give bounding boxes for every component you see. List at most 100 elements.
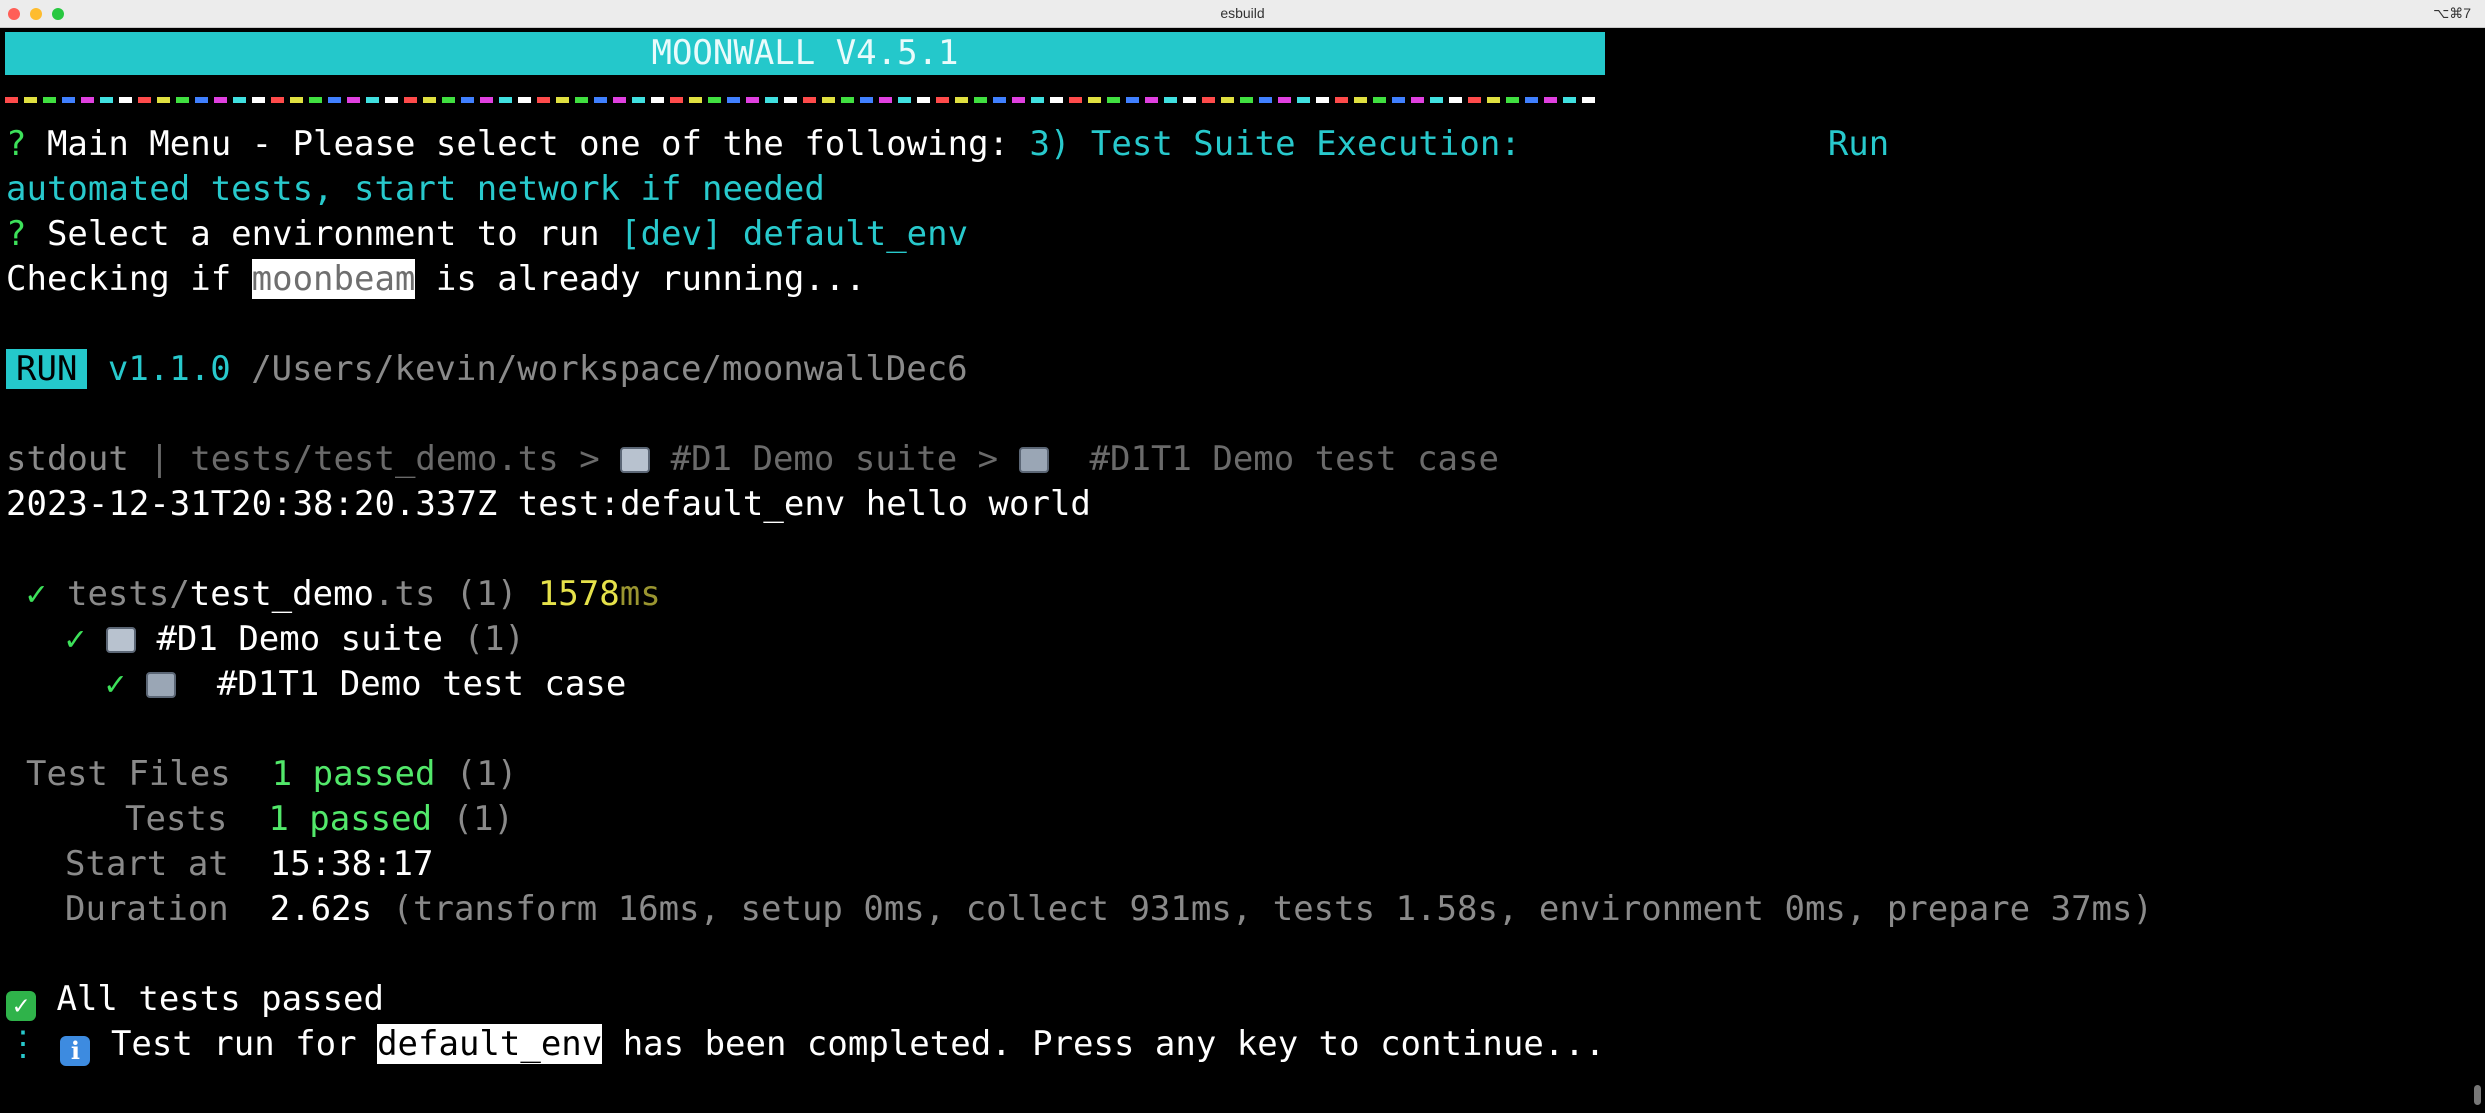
environment-prompt: ? Select a environment to run [dev] defa… xyxy=(6,212,968,257)
banner-separator xyxy=(5,97,1601,110)
separator-dash xyxy=(119,97,132,103)
test-file-time-unit: ms xyxy=(619,574,661,614)
separator-dash xyxy=(461,97,474,103)
separator-dash xyxy=(879,97,892,103)
stdout-separator: | xyxy=(128,439,191,479)
test-file-time: 1578 xyxy=(537,574,620,614)
separator-dash xyxy=(1240,97,1253,103)
pass-check-icon: ✓ xyxy=(65,619,86,659)
open-folder-icon xyxy=(620,447,651,473)
main-menu-prompt: ? Main Menu - Please select one of the f… xyxy=(6,122,1889,167)
separator-dash xyxy=(1297,97,1310,103)
separator-dash xyxy=(632,97,645,103)
separator-dash xyxy=(955,97,968,103)
separator-dash xyxy=(1164,97,1177,103)
main-menu-answer: 3) Test Suite Execution: Run xyxy=(1009,124,1890,164)
separator-dash xyxy=(81,97,94,103)
summary-files: Test Files 1 passed (1) xyxy=(26,752,517,797)
separator-dash xyxy=(1316,97,1329,103)
separator-dash xyxy=(24,97,37,103)
test-file-dir: tests/ xyxy=(66,574,190,614)
separator-dash xyxy=(1392,97,1405,103)
separator-dash xyxy=(1544,97,1557,103)
window-titlebar: esbuild ⌥⌘7 xyxy=(0,0,2485,28)
completed-env-name: default_env xyxy=(377,1024,603,1064)
separator-dash xyxy=(499,97,512,103)
terminal-output[interactable]: MOONWALL V4.5.1 ? Main Menu - Please sel… xyxy=(0,28,2470,1113)
separator-dash xyxy=(290,97,303,103)
separator-dash xyxy=(233,97,246,103)
separator-dash xyxy=(1221,97,1234,103)
summary-files-label: Test Files xyxy=(26,754,231,794)
summary-start: Start at 15:38:17 xyxy=(65,842,433,887)
separator-dash xyxy=(1506,97,1519,103)
separator-dash xyxy=(898,97,911,103)
separator-dash xyxy=(727,97,740,103)
separator-dash xyxy=(1069,97,1082,103)
summary-tests-value: 1 passed xyxy=(268,799,433,839)
checking-suffix: is already running... xyxy=(415,259,866,299)
info-icon: i xyxy=(60,1036,91,1066)
pass-check-icon: ✓ xyxy=(105,664,126,704)
separator-dash xyxy=(613,97,626,103)
pass-check-icon: ✓ xyxy=(26,574,47,614)
separator-dash xyxy=(157,97,170,103)
check-mark-icon: ✓ xyxy=(6,991,36,1021)
separator-dash xyxy=(347,97,360,103)
environment-answer: [dev] default_env xyxy=(599,214,969,254)
summary-tests-count: (1) xyxy=(432,799,514,839)
separator-dash xyxy=(1126,97,1139,103)
separator-dash xyxy=(271,97,284,103)
separator-dash xyxy=(195,97,208,103)
test-file-name: test_demo xyxy=(189,574,375,614)
test-file-ext: .ts xyxy=(374,574,436,614)
completion-line: ⋮ i Test run for default_env has been co… xyxy=(6,1022,1605,1067)
separator-dash xyxy=(1411,97,1424,103)
stdout-file: tests/test_demo.ts xyxy=(190,439,559,479)
suite-result: ✓ #D1 Demo suite (1) xyxy=(65,617,525,662)
summary-tests-label: Tests xyxy=(125,799,228,839)
separator-dash xyxy=(1088,97,1101,103)
separator-dash xyxy=(936,97,949,103)
separator-dash xyxy=(651,97,664,103)
prompt-question-mark: ? xyxy=(6,124,27,164)
separator-dash xyxy=(1012,97,1025,103)
separator-dash xyxy=(537,97,550,103)
separator-dash xyxy=(423,97,436,103)
checking-line: Checking if moonbeam is already running.… xyxy=(6,257,866,302)
run-badge: RUN xyxy=(6,349,88,389)
separator-dash xyxy=(1050,97,1063,103)
separator-dash xyxy=(1373,97,1386,103)
summary-files-value: 1 passed xyxy=(271,754,436,794)
checking-prefix: Checking if xyxy=(6,259,252,299)
separator-dash xyxy=(328,97,341,103)
separator-dash xyxy=(1183,97,1196,103)
separator-dash xyxy=(1582,97,1595,103)
stdout-suite: #D1 Demo suite xyxy=(650,439,958,479)
main-menu-answer-cont-line: automated tests, start network if needed xyxy=(6,167,825,212)
workspace-path: /Users/kevin/workspace/moonwallDec6 xyxy=(230,349,968,389)
all-passed-line: ✓ All tests passed xyxy=(6,977,384,1022)
separator-dash xyxy=(176,97,189,103)
separator-dash xyxy=(822,97,835,103)
case-result: ✓ #D1T1 Demo test case xyxy=(105,662,626,707)
separator-dash xyxy=(1259,97,1272,103)
separator-dash xyxy=(518,97,531,103)
summary-duration-label: Duration xyxy=(65,889,229,929)
separator-dash xyxy=(765,97,778,103)
summary-duration-detail: (transform 16ms, setup 0ms, collect 931m… xyxy=(372,889,2153,929)
moonwall-banner: MOONWALL V4.5.1 xyxy=(5,32,1605,75)
main-menu-answer-cont: automated tests, start network if needed xyxy=(6,169,825,209)
stdout-header-line: stdout | tests/test_demo.ts > #D1 Demo s… xyxy=(6,437,1499,482)
suite-name: #D1 Demo suite xyxy=(135,619,444,659)
separator-dash xyxy=(784,97,797,103)
separator-dash xyxy=(917,97,930,103)
environment-question: Select a environment to run xyxy=(26,214,600,254)
vitest-version: v1.1.0 xyxy=(87,349,231,389)
separator-dash xyxy=(1487,97,1500,103)
separator-dash xyxy=(993,97,1006,103)
terminal-scrollbar[interactable] xyxy=(2474,1085,2481,1105)
summary-files-count: (1) xyxy=(435,754,518,794)
separator-dash xyxy=(1430,97,1443,103)
separator-dash xyxy=(1031,97,1044,103)
